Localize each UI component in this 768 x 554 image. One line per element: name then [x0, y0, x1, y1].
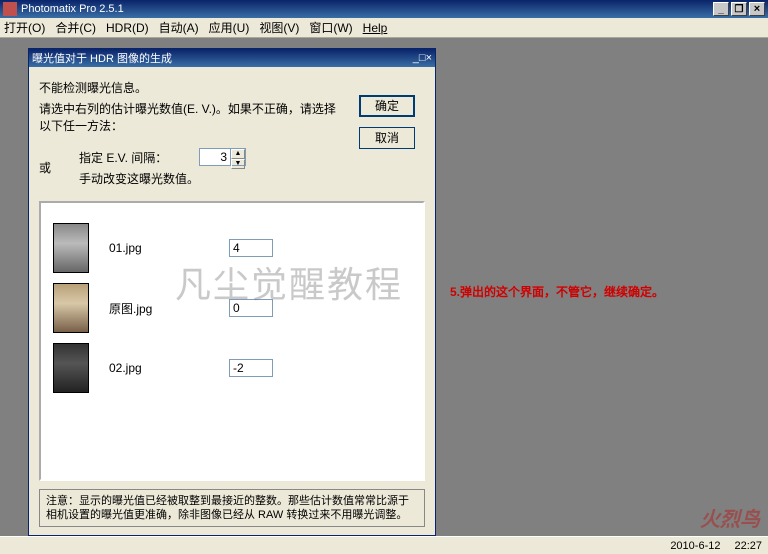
spin-down-icon[interactable]: ▼: [231, 159, 245, 169]
minimize-button[interactable]: _: [713, 2, 729, 16]
dialog-title: 曝光值对于 HDR 图像的生成: [32, 50, 172, 66]
menu-help[interactable]: Help: [363, 21, 388, 35]
thumbnail: [53, 283, 89, 333]
menu-view[interactable]: 视图(V): [259, 19, 299, 36]
status-date: 2010-6-12: [670, 540, 720, 552]
thumbnail: [53, 223, 89, 273]
app-icon: [3, 2, 17, 16]
close-button[interactable]: ×: [749, 2, 765, 16]
manual-label: 手动改变这曝光数值。: [79, 170, 199, 187]
file-name: 01.jpg: [109, 241, 229, 255]
ev-dialog: 曝光值对于 HDR 图像的生成 _ □ × 确定 取消 不能检测曝光信息。 请选…: [28, 48, 436, 536]
or-label: 或: [39, 159, 59, 176]
ev-interval-input[interactable]: [200, 149, 230, 165]
file-row: 01.jpg: [53, 223, 411, 273]
status-time: 22:27: [734, 540, 762, 552]
dialog-close-button[interactable]: ×: [426, 52, 432, 64]
maximize-button[interactable]: ❐: [731, 2, 747, 16]
file-name: 原图.jpg: [109, 300, 229, 317]
file-ev-input[interactable]: [229, 239, 273, 257]
file-row: 02.jpg: [53, 343, 411, 393]
file-name: 02.jpg: [109, 361, 229, 375]
ok-button[interactable]: 确定: [359, 95, 415, 117]
menu-bar: 打开(O) 合并(C) HDR(D) 自动(A) 应用(U) 视图(V) 窗口(…: [0, 18, 768, 38]
menu-hdr[interactable]: HDR(D): [106, 21, 149, 35]
menu-open[interactable]: 打开(O): [4, 19, 45, 36]
spin-up-icon[interactable]: ▲: [231, 149, 245, 159]
ev-interval-label: 指定 E.V. 间隔：: [79, 149, 199, 166]
menu-apply[interactable]: 应用(U): [209, 19, 250, 36]
app-titlebar: Photomatix Pro 2.5.1 _ ❐ ×: [0, 0, 768, 18]
thumbnail: [53, 343, 89, 393]
footnote: 注意：显示的曝光值已经被取整到最接近的整数。那些估计数值常常比源于相机设置的曝光…: [39, 489, 425, 527]
menu-window[interactable]: 窗口(W): [309, 19, 352, 36]
annotation-text: 5.弹出的这个界面，不管它，继续确定。: [450, 283, 664, 300]
brand-logo: 火烈鸟: [700, 503, 760, 532]
dialog-maximize-button[interactable]: □: [419, 52, 426, 64]
file-ev-input[interactable]: [229, 359, 273, 377]
file-ev-input[interactable]: [229, 299, 273, 317]
info-line-2: 请选中右列的估计曝光数值(E. V.)。如果不正确，请选择以下任一方法：: [39, 100, 339, 134]
app-title: Photomatix Pro 2.5.1: [21, 3, 124, 15]
dialog-titlebar: 曝光值对于 HDR 图像的生成 _ □ ×: [29, 49, 435, 67]
file-list: 01.jpg 原图.jpg 02.jpg: [39, 201, 425, 481]
workspace: 曝光值对于 HDR 图像的生成 _ □ × 确定 取消 不能检测曝光信息。 请选…: [0, 38, 768, 536]
menu-automate[interactable]: 自动(A): [159, 19, 199, 36]
info-line-1: 不能检测曝光信息。: [39, 79, 425, 96]
menu-merge[interactable]: 合并(C): [55, 19, 96, 36]
taskbar: 2010-6-12 22:27: [0, 536, 768, 554]
cancel-button[interactable]: 取消: [359, 127, 415, 149]
file-row: 原图.jpg: [53, 283, 411, 333]
ev-interval-spinner[interactable]: ▲ ▼: [199, 148, 246, 166]
